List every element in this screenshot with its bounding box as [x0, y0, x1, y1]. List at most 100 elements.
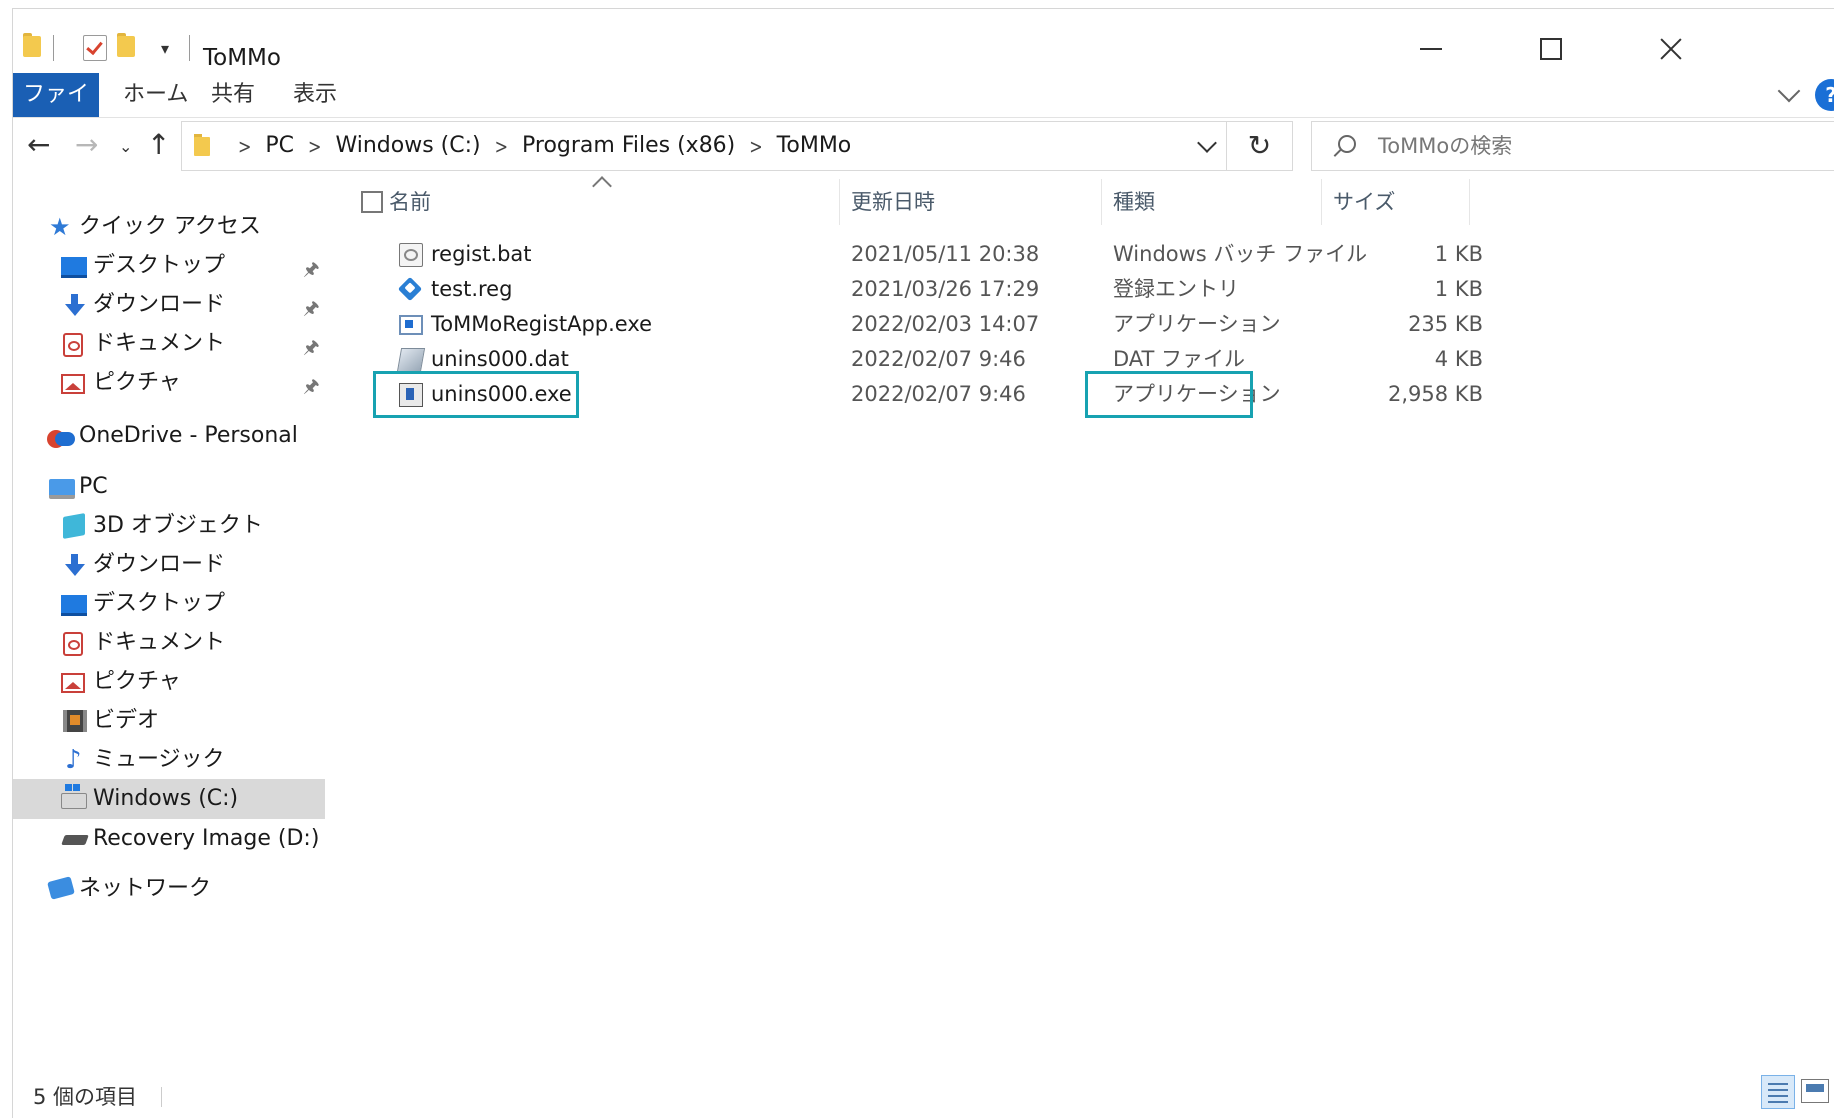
- nav-label: ネットワーク: [79, 876, 212, 901]
- nav-quick-desktop[interactable]: デスクトップ 🖈: [13, 246, 339, 286]
- nav-label: デスクトップ: [93, 253, 226, 278]
- nav-quick-access[interactable]: ★ クイック アクセス: [13, 207, 339, 247]
- file-size: 1 KB: [1434, 277, 1483, 301]
- forward-arrow-icon[interactable]: →: [75, 131, 98, 159]
- breadcrumb-chevron-icon[interactable]: >: [308, 116, 321, 178]
- column-header-name[interactable]: 名前: [389, 179, 829, 225]
- refresh-button[interactable]: ↻: [1227, 121, 1293, 171]
- file-type: 登録エントリ: [1113, 277, 1239, 301]
- table-row[interactable]: ToMMoRegistApp.exe 2022/02/03 14:07 アプリケ…: [343, 307, 1483, 341]
- nav-label: ドキュメント: [93, 630, 226, 655]
- documents-icon: [63, 333, 83, 357]
- new-folder-icon[interactable]: [117, 33, 135, 57]
- batch-file-icon: [399, 243, 423, 267]
- nav-network[interactable]: ネットワーク: [13, 869, 339, 909]
- tab-share[interactable]: 共有: [197, 73, 269, 117]
- file-name: ToMMoRegistApp.exe: [431, 312, 653, 336]
- tab-file[interactable]: ファイル: [13, 73, 99, 151]
- 3d-objects-icon: [63, 513, 85, 539]
- nav-pc-videos[interactable]: ビデオ: [13, 701, 339, 741]
- minimize-button[interactable]: [1401, 29, 1461, 69]
- pictures-icon: [61, 374, 85, 394]
- recent-locations-chevron-icon[interactable]: ⌄: [119, 139, 132, 155]
- up-arrow-icon[interactable]: ↑: [147, 131, 170, 159]
- nav-quick-downloads[interactable]: ダウンロード 🖈: [13, 285, 339, 325]
- nav-pc-music[interactable]: ♪ ミュージック: [13, 740, 339, 780]
- column-divider[interactable]: [1101, 179, 1102, 225]
- minimize-icon: [1420, 48, 1442, 50]
- expand-ribbon-chevron-icon[interactable]: [1777, 79, 1801, 103]
- column-header-size[interactable]: サイズ: [1333, 179, 1463, 225]
- nav-label: Recovery Image (D:): [93, 826, 320, 851]
- column-divider[interactable]: [1321, 179, 1322, 225]
- download-icon: [63, 554, 85, 576]
- table-row[interactable]: regist.bat 2021/05/11 20:38 Windows バッチ …: [343, 237, 1483, 271]
- application-icon: [399, 315, 423, 335]
- tab-view[interactable]: 表示: [279, 73, 351, 117]
- desktop-icon: [61, 257, 87, 278]
- back-arrow-icon[interactable]: ←: [27, 131, 50, 159]
- drive-d-icon: [61, 835, 89, 845]
- nav-pc-recovery-d[interactable]: Recovery Image (D:): [13, 819, 339, 859]
- nav-onedrive[interactable]: OneDrive - Personal: [13, 416, 339, 456]
- folder-icon: [194, 134, 210, 156]
- nav-pc-desktop[interactable]: デスクトップ: [13, 584, 339, 624]
- nav-label: ピクチャ: [93, 669, 181, 694]
- help-icon[interactable]: ?: [1815, 79, 1834, 111]
- pin-icon[interactable]: 🖈: [303, 250, 320, 290]
- customize-quick-access-icon[interactable]: ▾: [161, 41, 169, 57]
- breadcrumb-program-files[interactable]: Program Files (x86): [522, 133, 735, 158]
- column-header-type[interactable]: 種類: [1113, 179, 1313, 225]
- maximize-button[interactable]: [1521, 29, 1581, 69]
- nav-label: ドキュメント: [93, 331, 226, 356]
- file-modified: 2022/02/07 9:46: [851, 382, 1026, 406]
- column-divider[interactable]: [839, 179, 840, 225]
- breadcrumb-windows-c[interactable]: Windows (C:): [335, 133, 480, 158]
- breadcrumb-chevron-icon[interactable]: >: [238, 116, 251, 178]
- nav-pc-windows-c[interactable]: Windows (C:): [13, 779, 325, 819]
- close-button[interactable]: [1641, 29, 1701, 69]
- navigation-pane: ★ クイック アクセス デスクトップ 🖈 ダウンロード 🖈 ドキュメント 🖈 ピ…: [13, 179, 339, 1059]
- address-bar[interactable]: > PC > Windows (C:) > Program Files (x86) > ToM…: [181, 121, 1227, 171]
- onedrive-icon: [47, 428, 75, 448]
- tab-home[interactable]: ホーム: [109, 73, 202, 117]
- column-divider[interactable]: [1469, 179, 1470, 225]
- search-box[interactable]: ToMMoの検索: [1311, 121, 1834, 171]
- search-input[interactable]: ToMMoの検索: [1378, 122, 1512, 170]
- breadcrumb-chevron-icon[interactable]: >: [495, 116, 508, 178]
- nav-pc[interactable]: PC: [13, 467, 339, 507]
- table-row[interactable]: test.reg 2021/03/26 17:29 登録エントリ 1 KB: [343, 272, 1483, 306]
- pin-icon[interactable]: 🖈: [303, 289, 320, 329]
- nav-pc-downloads[interactable]: ダウンロード: [13, 545, 339, 585]
- file-modified: 2022/02/03 14:07: [851, 312, 1040, 336]
- file-modified: 2021/05/11 20:38: [851, 242, 1040, 266]
- details-view-icon[interactable]: [1761, 1075, 1795, 1109]
- folder-icon[interactable]: [23, 33, 41, 57]
- properties-icon[interactable]: [83, 35, 107, 61]
- status-separator: [161, 1087, 162, 1107]
- nav-label: クイック アクセス: [79, 214, 261, 239]
- documents-icon: [63, 632, 83, 656]
- breadcrumb-chevron-icon[interactable]: >: [749, 116, 762, 178]
- pc-icon: [49, 479, 75, 499]
- address-dropdown-chevron-icon[interactable]: [1197, 133, 1217, 153]
- nav-label: Windows (C:): [93, 786, 239, 811]
- pin-icon[interactable]: 🖈: [303, 328, 320, 368]
- large-icons-view-icon[interactable]: [1801, 1079, 1829, 1103]
- nav-pc-pictures[interactable]: ピクチャ: [13, 662, 339, 702]
- select-all-checkbox[interactable]: [361, 191, 383, 213]
- nav-pc-3d-objects[interactable]: 3D オブジェクト: [13, 506, 339, 546]
- nav-label: ダウンロード: [93, 292, 226, 317]
- pin-icon[interactable]: 🖈: [303, 367, 320, 407]
- column-header-modified[interactable]: 更新日時: [851, 179, 1091, 225]
- breadcrumb-pc[interactable]: PC: [265, 133, 294, 158]
- nav-label: PC: [79, 474, 108, 499]
- nav-quick-documents[interactable]: ドキュメント 🖈: [13, 324, 339, 364]
- nav-label: ビデオ: [93, 708, 160, 733]
- nav-pc-documents[interactable]: ドキュメント: [13, 623, 339, 663]
- breadcrumb-tommo[interactable]: ToMMo: [777, 133, 852, 158]
- nav-label: ピクチャ: [93, 370, 181, 395]
- music-icon: ♪: [65, 745, 82, 775]
- download-icon: [63, 294, 85, 316]
- nav-quick-pictures[interactable]: ピクチャ 🖈: [13, 363, 339, 403]
